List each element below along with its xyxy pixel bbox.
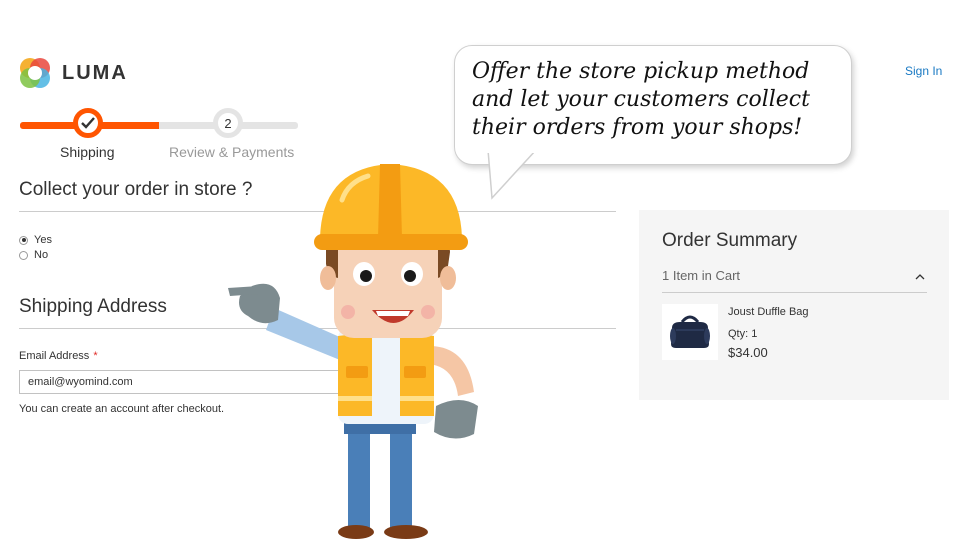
speech-bubble-tail <box>486 150 546 200</box>
required-mark: * <box>93 350 98 362</box>
bubble-line: and let your customers collect <box>472 87 810 112</box>
cart-count-toggle[interactable]: 1 Item in Cart <box>662 268 740 283</box>
shipping-title: Shipping Address <box>19 296 167 317</box>
order-summary-title: Order Summary <box>662 230 798 251</box>
pickup-title: Collect your order in store ? <box>19 179 253 200</box>
logo-text: LUMA <box>62 61 128 84</box>
qty-value: 1 <box>751 328 758 340</box>
account-note: You can create an account after checkout… <box>19 403 225 415</box>
luma-logo-icon <box>20 58 50 88</box>
chevron-up-icon[interactable] <box>915 269 925 283</box>
speech-bubble-text: Offer the store pickup method and let yo… <box>472 58 844 142</box>
divider <box>662 292 927 293</box>
bubble-line: their orders from your shops! <box>472 115 803 140</box>
step-review-indicator[interactable]: 2 <box>213 108 243 138</box>
logo[interactable]: LUMA <box>18 54 138 92</box>
pickup-option-yes[interactable]: Yes <box>19 234 52 246</box>
step-shipping-indicator[interactable] <box>73 108 103 138</box>
pickup-option-no[interactable]: No <box>19 249 48 261</box>
duffle-bag-icon <box>662 304 718 360</box>
check-icon <box>81 117 95 129</box>
email-label: Email Address * <box>19 350 98 362</box>
product-thumbnail <box>662 304 718 360</box>
product-qty: Qty: 1 <box>728 328 757 340</box>
pickup-option-label: Yes <box>34 234 52 246</box>
step-shipping-label[interactable]: Shipping <box>60 144 115 160</box>
bubble-line: Offer the store pickup method <box>472 59 810 84</box>
step-review-label[interactable]: Review & Payments <box>169 144 294 160</box>
construction-worker-illustration <box>228 164 478 539</box>
sign-in-link[interactable]: Sign In <box>905 64 942 78</box>
qty-label: Qty: <box>728 328 749 340</box>
email-label-text: Email Address <box>19 350 90 362</box>
product-price: $34.00 <box>728 345 768 360</box>
step-number: 2 <box>224 115 232 131</box>
radio-yes[interactable] <box>19 235 28 245</box>
product-name[interactable]: Joust Duffle Bag <box>728 306 809 318</box>
radio-no[interactable] <box>19 250 28 260</box>
pickup-option-label: No <box>34 249 49 261</box>
